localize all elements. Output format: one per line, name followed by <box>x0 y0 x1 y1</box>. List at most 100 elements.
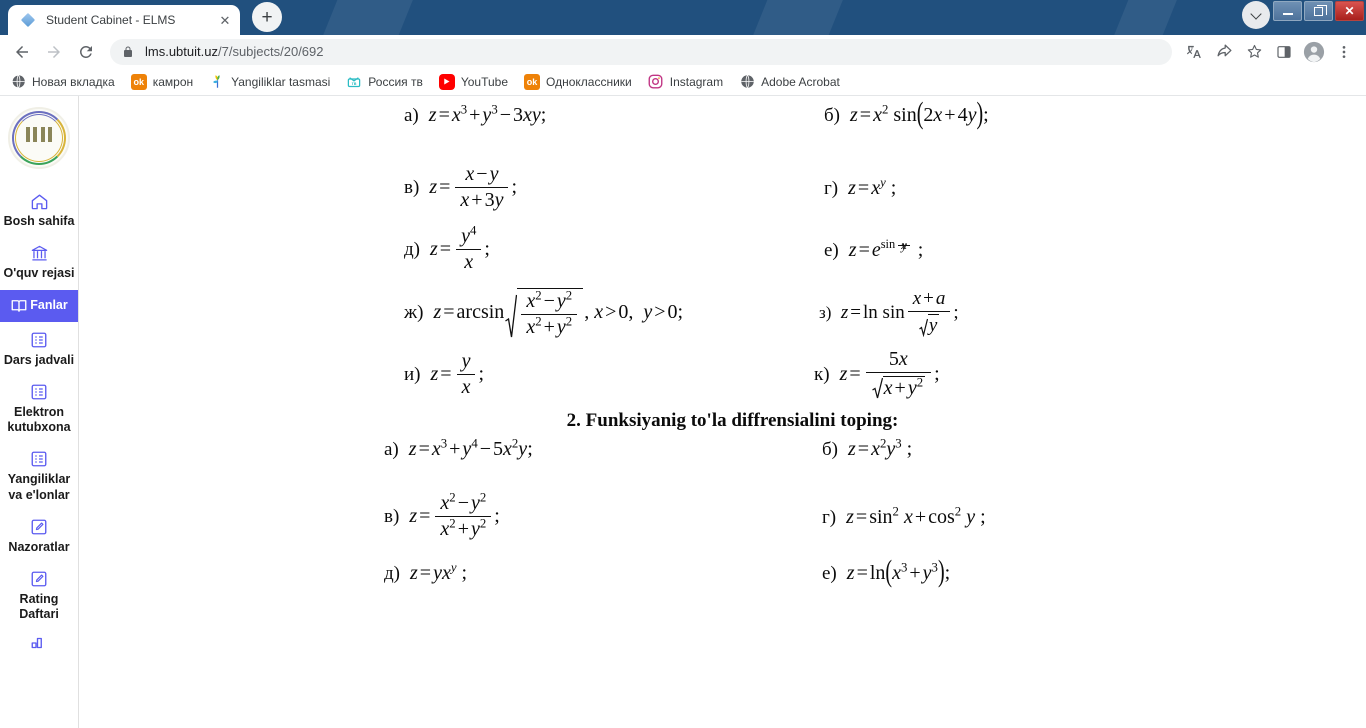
exercise-label: ж) <box>404 302 424 324</box>
close-button[interactable]: ✕ <box>1335 1 1364 21</box>
exercise-label: з) <box>819 302 832 322</box>
sidebar-item-yangiliklar-va-elonlar[interactable]: Yangiliklar va e'lonlar <box>0 443 78 509</box>
browser-title-bar: Student Cabinet - ELMS ✕ + ✕ <box>0 0 1366 35</box>
bookmark-label: Одноклассники <box>546 74 632 89</box>
bookmark-item[interactable]: Instagram <box>648 71 723 93</box>
formula-z1: z = ln sin x + a y; <box>836 288 959 337</box>
tab-strip: Student Cabinet - ELMS ✕ <box>0 0 240 35</box>
formula-b1: z = x2 sin(2x +4y); <box>845 96 989 131</box>
formula-d1: z = y4 x; <box>425 222 490 273</box>
exercise-row: д) z = y4 x; е) z = esin x y ; <box>79 219 1366 281</box>
formula-e2: z = ln(x3 + y3); <box>841 554 951 589</box>
bookmark-item[interactable]: тв Россия тв <box>346 71 423 93</box>
bookmark-label: YouTube <box>460 74 509 89</box>
exercise-label: б) <box>824 105 840 126</box>
exercise-label: д) <box>384 562 400 584</box>
formula-a2: z = x3 + y4−5x2y; <box>403 436 533 460</box>
formula-b2: z = x2y3 ; <box>843 436 913 460</box>
chrome-menu-icon[interactable] <box>1330 38 1358 66</box>
globe-icon <box>739 74 755 90</box>
bookmark-item[interactable]: ok камрон <box>130 71 193 93</box>
browser-toolbar: lms.ubtuit.uz/7/subjects/20/692 <box>0 35 1366 68</box>
lock-icon <box>122 45 134 59</box>
svg-text:тв: тв <box>352 81 357 86</box>
bookmark-item[interactable]: Yangiliklar tasmasi <box>209 71 330 93</box>
forward-icon[interactable] <box>40 38 68 66</box>
exercise-item: в) z = x2− y2 x2 + y2; <box>384 489 804 542</box>
list-icon <box>30 449 48 469</box>
sidebar-item-chart[interactable] <box>0 631 78 662</box>
bookmark-item[interactable]: Adobe Acrobat <box>739 71 840 93</box>
exercise-label: г) <box>822 506 837 528</box>
reload-icon[interactable] <box>72 38 100 66</box>
translate-icon[interactable] <box>1180 38 1208 66</box>
exercise-label: е) <box>824 239 839 261</box>
tv-icon: тв <box>346 74 362 90</box>
formula-a1: z = x3 + y3−3xy; <box>423 102 547 126</box>
exercise-row: в) z = x − y x +3y; г) z = xy ; <box>79 158 1366 219</box>
exercise-label: в) <box>404 177 420 199</box>
exercise-item: г) z = sin2 x + cos2 y ; <box>822 503 1252 529</box>
exercise-item: а) z = x3 + y3−3xy; <box>404 102 824 158</box>
exercise-label: к) <box>814 363 830 385</box>
browser-tab[interactable]: Student Cabinet - ELMS ✕ <box>8 5 240 35</box>
tab-title: Student Cabinet - ELMS <box>46 13 176 27</box>
book-icon <box>10 296 28 316</box>
formula-j1: z = arcsin x2− y2 x2 + y2, x >0, y >0; <box>428 288 684 338</box>
math-document: а) z = x3 + y3−3xy; б) z = x2 sin(2x +4y); в) z… <box>79 96 1366 598</box>
university-emblem-logo <box>8 107 70 169</box>
formula-v2: z = x2− y2 x2 + y2; <box>404 489 500 540</box>
exercise-item: к) z = 5x x + y2; <box>814 348 1244 400</box>
address-bar[interactable]: lms.ubtuit.uz/7/subjects/20/692 <box>110 38 1172 65</box>
avatar[interactable] <box>1300 38 1328 66</box>
section-2-heading: 2. Funksiyanig to'la diffrensialini topi… <box>566 410 899 431</box>
formula-g1: z = xy ; <box>843 175 897 199</box>
sidebar-item-bosh-sahifa[interactable]: Bosh sahifa <box>0 185 78 235</box>
exercise-label: г) <box>824 178 839 199</box>
url-path: /7/subjects/20/692 <box>217 44 324 59</box>
back-icon[interactable] <box>8 38 36 66</box>
formula-i1: z = y x; <box>425 349 485 398</box>
maximize-button[interactable] <box>1304 1 1333 21</box>
exercise-row: а) z = x3 + y3−3xy; б) z = x2 sin(2x +4y); <box>79 96 1366 158</box>
exercise-label: а) <box>404 105 419 126</box>
page-viewport: Bosh sahifa O'quv rejasi Fanlar Dars jad… <box>0 96 1366 728</box>
sidebar-item-oquv-rejasi[interactable]: O'quv rejasi <box>0 237 78 287</box>
minimize-button[interactable] <box>1273 1 1302 21</box>
sidebar-item-elektron-kutubxona[interactable]: Elektron kutubxona <box>0 376 78 442</box>
odnoklassniki-icon: ok <box>130 73 147 90</box>
bank-icon <box>30 243 49 263</box>
exercise-row: а) z = x3 + y4−5x2y; б) z = x2y3 ; <box>79 436 1366 486</box>
exercise-label: в) <box>384 505 400 527</box>
close-icon[interactable]: ✕ <box>216 11 234 29</box>
sidebar-item-label: Elektron kutubxona <box>7 404 71 434</box>
exercise-item: г) z = xy ; <box>824 175 1254 200</box>
youtube-icon <box>438 73 455 90</box>
sidebar-item-dars-jadvali[interactable]: Dars jadvali <box>0 324 78 374</box>
share-icon[interactable] <box>1210 38 1238 66</box>
formula-d2: z = yxy ; <box>405 559 468 584</box>
exercise-item: е) z = ln(x3 + y3); <box>822 554 1252 589</box>
sidebar-item-nazoratlar[interactable]: Nazoratlar <box>0 511 78 561</box>
side-panel-icon[interactable] <box>1270 38 1298 66</box>
exercise-label: а) <box>384 439 399 460</box>
bookmark-item[interactable]: YouTube <box>438 71 509 93</box>
exercise-row: и) z = y x; к) z = 5x x + y2; <box>79 346 1366 404</box>
sidebar-item-fanlar[interactable]: Fanlar <box>0 289 78 322</box>
url-domain: lms.ubtuit.uz <box>145 44 218 59</box>
exercise-item: е) z = esin x y ; <box>824 236 1254 262</box>
bookmark-item[interactable]: Новая вкладка <box>10 71 115 93</box>
sidebar-item-label: Nazoratlar <box>8 539 70 554</box>
exercise-label: б) <box>822 439 838 460</box>
sidebar-item-rating-daftari[interactable]: Rating Daftari <box>0 563 78 629</box>
exercise-row: ж) z = arcsin x2− y2 x2 + y2, x >0, y >0; з) z = ln… <box>79 281 1366 346</box>
edit-icon <box>30 517 48 537</box>
bookmark-star-icon[interactable] <box>1240 38 1268 66</box>
edit-icon <box>30 569 48 589</box>
new-tab-button[interactable]: + <box>252 2 282 32</box>
feed-icon <box>209 74 225 90</box>
chevron-down-icon[interactable] <box>1242 1 1270 29</box>
formula-e1: z = esin x y ; <box>843 236 924 261</box>
bookmark-item[interactable]: ok Одноклассники <box>524 71 632 93</box>
formula-g2: z = sin2 x + cos2 y ; <box>841 503 986 528</box>
